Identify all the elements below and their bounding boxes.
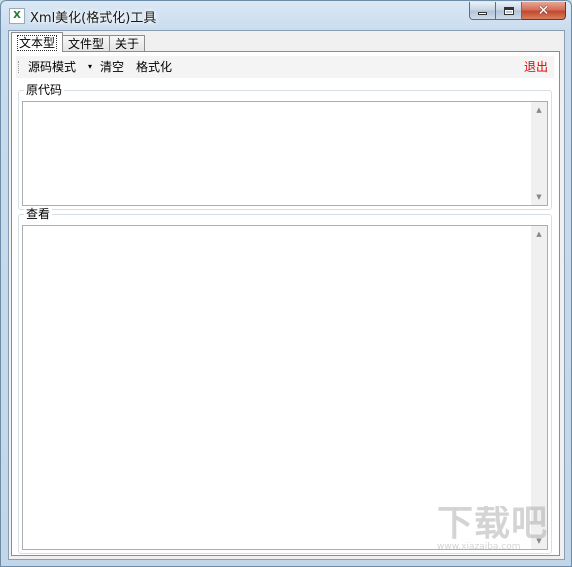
- app-icon[interactable]: X: [9, 8, 25, 24]
- minimize-button[interactable]: [469, 2, 496, 20]
- close-button[interactable]: ✕: [522, 2, 566, 20]
- tab-strip: 文本型 文件型 关于: [11, 32, 146, 52]
- minimize-icon: [478, 12, 487, 15]
- toolbar-grip[interactable]: [18, 61, 21, 73]
- client-area: 文本型 文件型 关于 源码模式 ▾ 清空 格式化 退出 原代码 ▲ ▼ 查看 ▲…: [8, 30, 565, 560]
- tab-label: 关于: [115, 36, 140, 51]
- source-mode-dropdown[interactable]: 源码模式: [28, 59, 76, 75]
- toolbar: 源码模式 ▾ 清空 格式化 退出: [16, 56, 554, 78]
- scroll-up-icon[interactable]: ▲: [531, 226, 547, 242]
- view-scrollbar[interactable]: ▲ ▼: [531, 226, 547, 549]
- watermark-logo: 下载吧 www.xiazaiba.com: [437, 506, 559, 552]
- source-code-group: 原代码 ▲ ▼: [18, 83, 552, 210]
- app-window: X Xml美化(格式化)工具 ✕ 文本型 文件型 关于 源码模式 ▾ 清空 格式…: [0, 0, 572, 567]
- tab-label: 文件型: [68, 36, 105, 51]
- tab-file-mode[interactable]: 文件型: [62, 35, 111, 52]
- scroll-up-icon[interactable]: ▲: [531, 102, 547, 118]
- tab-panel-text-mode: 源码模式 ▾ 清空 格式化 退出 原代码 ▲ ▼ 查看 ▲ ▼: [11, 51, 560, 556]
- clear-button[interactable]: 清空: [100, 59, 124, 75]
- close-icon: ✕: [537, 2, 550, 19]
- window-title: Xml美化(格式化)工具: [30, 11, 157, 26]
- tab-text-mode[interactable]: 文本型: [11, 32, 64, 52]
- scroll-down-icon[interactable]: ▼: [531, 189, 547, 205]
- watermark-text: 下载吧: [437, 506, 549, 544]
- tab-label: 文本型: [17, 34, 58, 51]
- title-bar[interactable]: X Xml美化(格式化)工具 ✕: [1, 1, 571, 29]
- view-label: 查看: [24, 207, 53, 221]
- view-output[interactable]: ▲ ▼: [22, 225, 548, 550]
- format-button[interactable]: 格式化: [136, 59, 172, 75]
- source-code-input[interactable]: ▲ ▼: [22, 101, 548, 206]
- maximize-button[interactable]: [496, 2, 522, 20]
- caption-buttons: ✕: [469, 2, 566, 21]
- chevron-down-icon[interactable]: ▾: [88, 59, 92, 75]
- exit-button[interactable]: 退出: [524, 59, 548, 75]
- tab-about[interactable]: 关于: [109, 35, 146, 52]
- source-code-label: 原代码: [24, 83, 65, 97]
- source-scrollbar[interactable]: ▲ ▼: [531, 102, 547, 205]
- maximize-icon: [503, 6, 514, 15]
- view-group: 查看 ▲ ▼: [18, 207, 552, 554]
